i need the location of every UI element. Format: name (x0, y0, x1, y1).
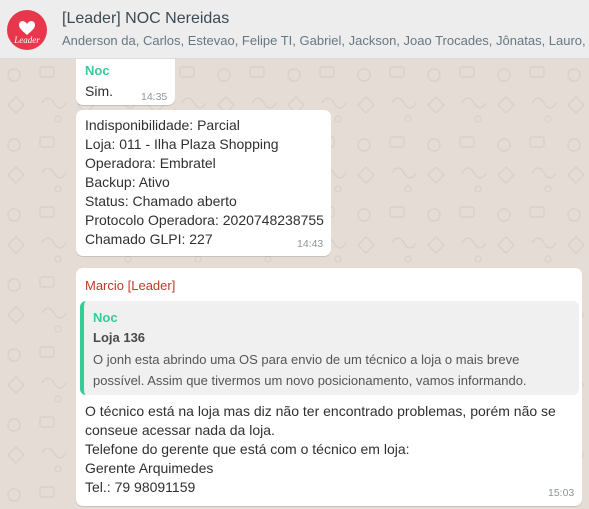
message-time: 14:43 (297, 238, 324, 250)
message-line: Protocolo Operadora: 2020748238755 (85, 212, 324, 228)
message-line: Telefone do gerente que está com o técni… (85, 441, 410, 457)
message-time: 14:35 (141, 91, 168, 103)
message-bubble[interactable]: Marcio [Leader] Noc Loja 136 O jonh esta… (76, 268, 582, 506)
message-line: Backup: Ativo (85, 174, 170, 190)
message-line: Loja: 011 - Ilha Plaza Shopping (85, 136, 279, 152)
quoted-body: O jonh esta abrindo uma OS para envio de… (93, 352, 527, 388)
message-bubble[interactable]: Indisponibilidade: Parcial Loja: 011 - I… (76, 110, 331, 256)
quoted-message[interactable]: Noc Loja 136 O jonh esta abrindo uma OS … (80, 301, 579, 395)
message-bubble[interactable]: Noc Sim. 14:35 (76, 59, 175, 105)
message-time: 15:03 (548, 487, 575, 499)
svg-text:Leader: Leader (13, 35, 40, 45)
message-text: Sim. (85, 83, 113, 99)
quoted-author: Noc (93, 310, 118, 325)
message-line: Chamado GLPI: 227 (85, 231, 213, 247)
message-line: Operadora: Embratel (85, 155, 216, 171)
quoted-title: Loja 136 (93, 330, 146, 345)
leader-logo-icon: Leader (13, 21, 40, 45)
group-title[interactable]: [Leader] NOC Nereidas (62, 10, 229, 28)
message-line: Indisponibilidade: Parcial (85, 117, 240, 133)
message-line: Status: Chamado aberto (85, 193, 237, 209)
chat-header[interactable]: Leader [Leader] NOC Nereidas Anderson da… (0, 0, 589, 59)
group-members: Anderson da, Carlos, Estevao, Felipe TI,… (62, 33, 589, 48)
message-line: Gerente Arquimedes (85, 460, 214, 476)
message-sender[interactable]: Marcio [Leader] (85, 278, 175, 293)
message-line: Tel.: 79 98091159 (85, 479, 196, 495)
chat-area[interactable]: Noc Sim. 14:35 Indisponibilidade: Parcia… (0, 59, 589, 509)
message-line: O técnico está na loja mas diz não ter e… (85, 403, 556, 438)
message-sender[interactable]: Noc (85, 63, 110, 78)
group-avatar[interactable]: Leader (7, 10, 47, 50)
